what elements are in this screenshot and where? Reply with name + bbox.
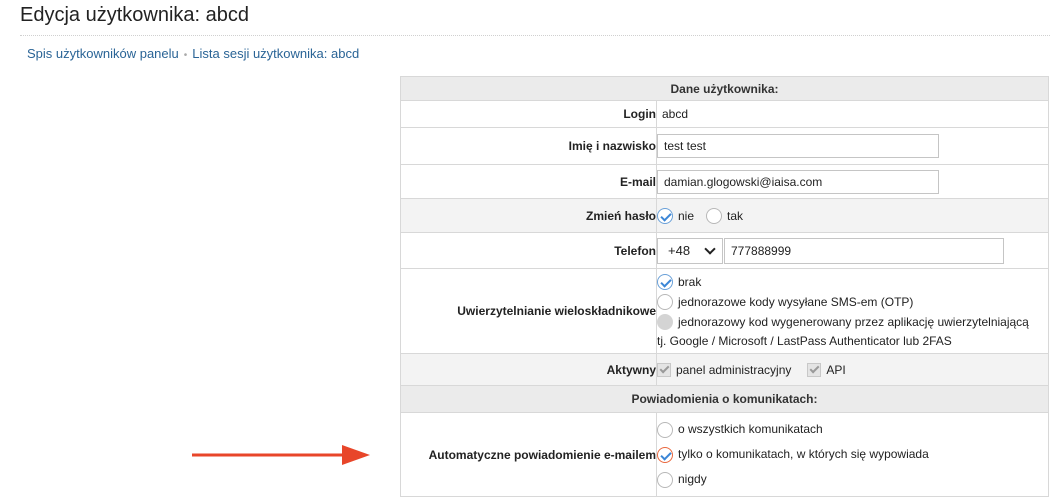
mfa-none-radio[interactable]	[657, 273, 673, 290]
notify-participated-radio[interactable]	[657, 446, 673, 463]
notify-participated-label: tylko o komunikatach, w których się wypo…	[678, 447, 929, 462]
mfa-app-label: jednorazowy kod wygenerowany przez aplik…	[678, 314, 1029, 329]
mfa-app-note: tj. Google / Microsoft / LastPass Authen…	[657, 334, 952, 348]
breadcrumb-separator: •	[183, 50, 188, 61]
change-password-no-label: nie	[678, 209, 695, 224]
change-password-label: Zmień hasło	[400, 198, 657, 233]
section-header-notifications: Powiadomienia o komunikatach:	[400, 385, 1049, 413]
change-password-no-radio[interactable]	[657, 208, 673, 225]
country-code-value: +48	[668, 243, 691, 258]
title-divider	[20, 35, 1050, 36]
user-edit-form: Dane użytkownika: Login abcd Imię i nazw…	[400, 76, 1049, 497]
active-admin-panel-checkbox[interactable]	[657, 363, 671, 378]
notify-all-radio[interactable]	[657, 421, 673, 438]
mfa-sms-label: jednorazowe kody wysyłane SMS-em (OTP)	[678, 294, 914, 309]
email-input[interactable]	[657, 169, 939, 194]
active-admin-panel-label: panel administracyjny	[676, 363, 792, 378]
section-header-user-data: Dane użytkownika:	[400, 76, 1049, 101]
page-title: Edycja użytkownika: abcd	[20, 4, 250, 26]
notify-never-radio[interactable]	[657, 471, 673, 488]
login-value: abcd	[656, 100, 1049, 128]
change-password-group: nie tak	[657, 206, 1048, 226]
name-input[interactable]	[657, 134, 939, 158]
name-label: Imię i nazwisko	[400, 127, 657, 165]
chevron-down-icon	[704, 242, 716, 255]
active-api-label: API	[826, 363, 846, 378]
mfa-none-label: brak	[678, 274, 702, 289]
active-label: Aktywny	[400, 353, 657, 386]
breadcrumb-sessions-link[interactable]: Lista sesji użytkownika: abcd	[192, 46, 359, 61]
change-password-yes-label: tak	[727, 209, 744, 224]
phone-number-input[interactable]	[724, 237, 1004, 264]
phone-label: Telefon	[400, 232, 657, 269]
arrow-right-icon	[192, 445, 370, 465]
notify-never-label: nigdy	[678, 472, 707, 487]
breadcrumb: Spis użytkowników panelu • Lista sesji uży…	[27, 46, 359, 61]
mfa-label: Uwierzytelnianie wieloskładnikowe	[400, 268, 657, 354]
active-api-checkbox[interactable]	[807, 363, 822, 378]
country-code-select[interactable]: +48	[657, 237, 723, 264]
email-label: E-mail	[400, 164, 657, 199]
notify-all-label: o wszystkich komunikatach	[678, 422, 823, 437]
mfa-sms-radio[interactable]	[657, 293, 673, 310]
breadcrumb-users-list-link[interactable]: Spis użytkowników panelu	[27, 46, 179, 61]
mfa-app-radio[interactable]	[657, 313, 673, 330]
change-password-yes-radio[interactable]	[706, 208, 723, 225]
notifications-label: Automatyczne powiadomienie e-mailem	[400, 412, 657, 497]
login-label: Login	[400, 100, 657, 128]
